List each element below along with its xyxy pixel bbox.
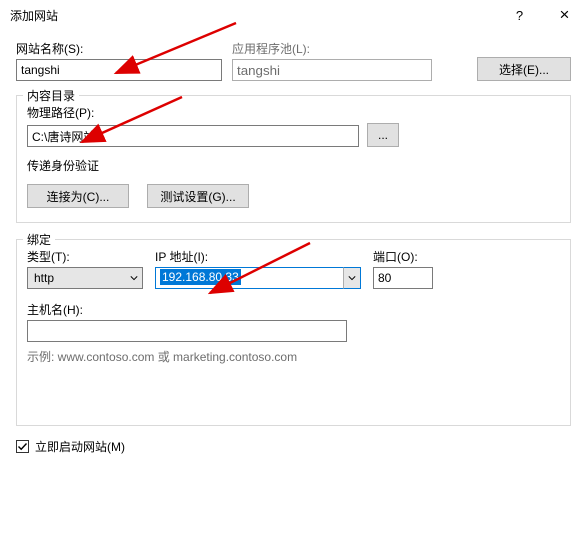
binding-legend: 绑定: [23, 231, 55, 248]
physical-path-label: 物理路径(P):: [27, 104, 560, 121]
passthrough-auth-label: 传递身份验证: [27, 157, 560, 174]
connect-as-button[interactable]: 连接为(C)...: [27, 184, 129, 208]
close-button[interactable]: ×: [542, 0, 587, 30]
help-button[interactable]: ?: [497, 0, 542, 30]
ip-combo-value: 192.168.80.33: [160, 269, 241, 285]
app-pool-label: 应用程序池(L):: [232, 40, 432, 57]
chevron-down-icon: [343, 267, 361, 289]
site-name-label: 网站名称(S):: [16, 40, 222, 57]
browse-path-button[interactable]: ...: [367, 123, 399, 147]
type-label: 类型(T):: [27, 248, 143, 265]
hostname-example: 示例: www.contoso.com 或 marketing.contoso.…: [27, 348, 560, 365]
title-bar: 添加网站 ? ×: [0, 0, 587, 30]
hostname-input[interactable]: [27, 320, 347, 342]
type-combo-value: http: [34, 271, 54, 285]
type-combo[interactable]: http: [27, 267, 143, 289]
select-app-pool-button[interactable]: 选择(E)...: [477, 57, 571, 81]
start-now-label: 立即启动网站(M): [35, 438, 125, 455]
physical-path-input[interactable]: [27, 125, 359, 147]
content-dir-legend: 内容目录: [23, 87, 79, 104]
test-settings-button[interactable]: 测试设置(G)...: [147, 184, 249, 208]
start-now-checkbox[interactable]: [16, 440, 29, 453]
window-title: 添加网站: [10, 7, 497, 24]
hostname-label: 主机名(H):: [27, 301, 560, 318]
app-pool-input: [232, 59, 432, 81]
port-label: 端口(O):: [373, 248, 433, 265]
ip-label: IP 地址(I):: [155, 248, 361, 265]
ip-combo[interactable]: 192.168.80.33: [155, 267, 361, 289]
site-name-input[interactable]: [16, 59, 222, 81]
chevron-down-icon: [126, 268, 138, 288]
check-icon: [17, 441, 28, 452]
port-input[interactable]: [373, 267, 433, 289]
